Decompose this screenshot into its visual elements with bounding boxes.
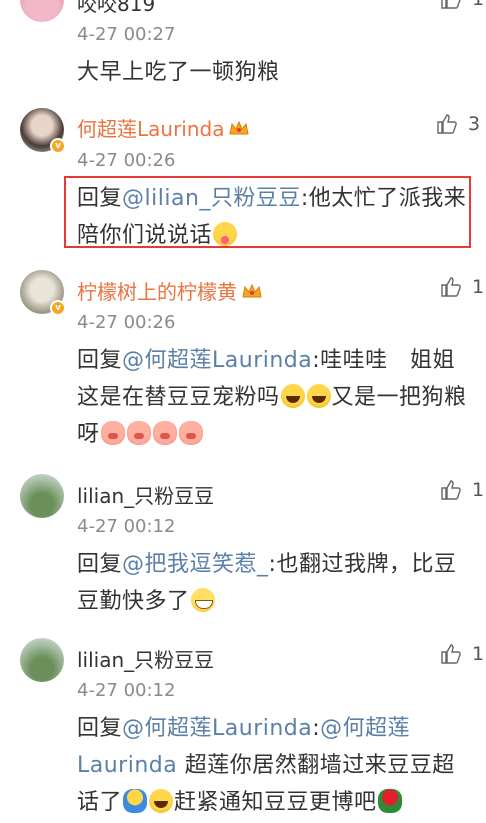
comment-text: 大早上吃了一顿狗粮 — [77, 60, 280, 85]
pig-emoji-icon — [100, 421, 125, 445]
like-count: 1 — [472, 643, 485, 665]
highlight-box — [64, 176, 471, 248]
laughing-emoji-icon — [280, 384, 305, 408]
mention-link[interactable]: @把我逗笑惹_ — [122, 552, 269, 577]
like-count: 1 — [472, 276, 485, 298]
verified-badge: v — [50, 138, 66, 154]
avatar[interactable] — [20, 474, 64, 518]
rose-emoji-icon — [377, 789, 402, 813]
like-button[interactable]: 1 — [440, 0, 486, 12]
comment-time: 4-27 00:12 — [77, 680, 176, 701]
crown-icon — [229, 120, 250, 135]
thumbs-up-icon — [441, 644, 461, 664]
like-button[interactable]: 1 — [440, 276, 486, 300]
pig-emoji-icon — [152, 421, 177, 445]
laughing-emoji-icon — [149, 789, 174, 813]
pig-emoji-icon — [126, 421, 151, 445]
grinning-emoji-icon — [190, 588, 215, 612]
comment-username[interactable]: 何超莲Laurinda — [77, 113, 250, 142]
like-button[interactable]: 3 — [436, 113, 486, 137]
thumbs-up-icon — [441, 0, 461, 9]
like-count: 1 — [472, 479, 485, 501]
comment-text: 回复@何超莲Laurinda:@何超莲Laurinda 超莲你居然翻墙过来豆豆超… — [77, 716, 455, 815]
comment-time: 4-27 00:26 — [77, 312, 176, 333]
like-count: 3 — [468, 113, 481, 135]
comment-time: 4-27 00:12 — [77, 516, 176, 537]
thumbs-up-icon — [441, 480, 461, 500]
mention-link[interactable]: @何超莲Laurinda — [122, 716, 312, 741]
comment-time: 4-27 00:27 — [77, 24, 176, 45]
avatar[interactable] — [20, 0, 64, 22]
pig-emoji-icon — [178, 421, 203, 445]
thumbs-up-icon — [441, 277, 461, 297]
mention-link[interactable]: @何超莲Laurinda — [122, 348, 312, 373]
crown-icon — [242, 283, 262, 298]
laughing-emoji-icon — [306, 384, 331, 408]
comment-username[interactable]: 柠檬树上的柠檬黄 — [77, 276, 263, 305]
person-emoji-icon — [123, 789, 148, 813]
avatar[interactable] — [20, 638, 64, 682]
thumbs-up-icon — [437, 114, 457, 134]
like-count: 1 — [472, 0, 484, 10]
verified-badge: v — [50, 300, 66, 316]
comment-text: 回复@把我逗笑惹_:也翻过我牌，比豆豆勤快多了 — [77, 552, 457, 614]
comment-username[interactable]: lilian_只粉豆豆 — [77, 644, 214, 673]
comment-username[interactable]: 咬咬819 — [77, 0, 155, 17]
comment-time: 4-27 00:26 — [77, 150, 176, 171]
comment-text: 回复@何超莲Laurinda:哇哇哇 姐姐这是在替豆豆宠粉吗 又是一把狗粮呀 — [77, 348, 467, 447]
like-button[interactable]: 1 — [440, 479, 486, 503]
comment-username[interactable]: lilian_只粉豆豆 — [77, 480, 214, 509]
like-button[interactable]: 1 — [440, 643, 486, 667]
